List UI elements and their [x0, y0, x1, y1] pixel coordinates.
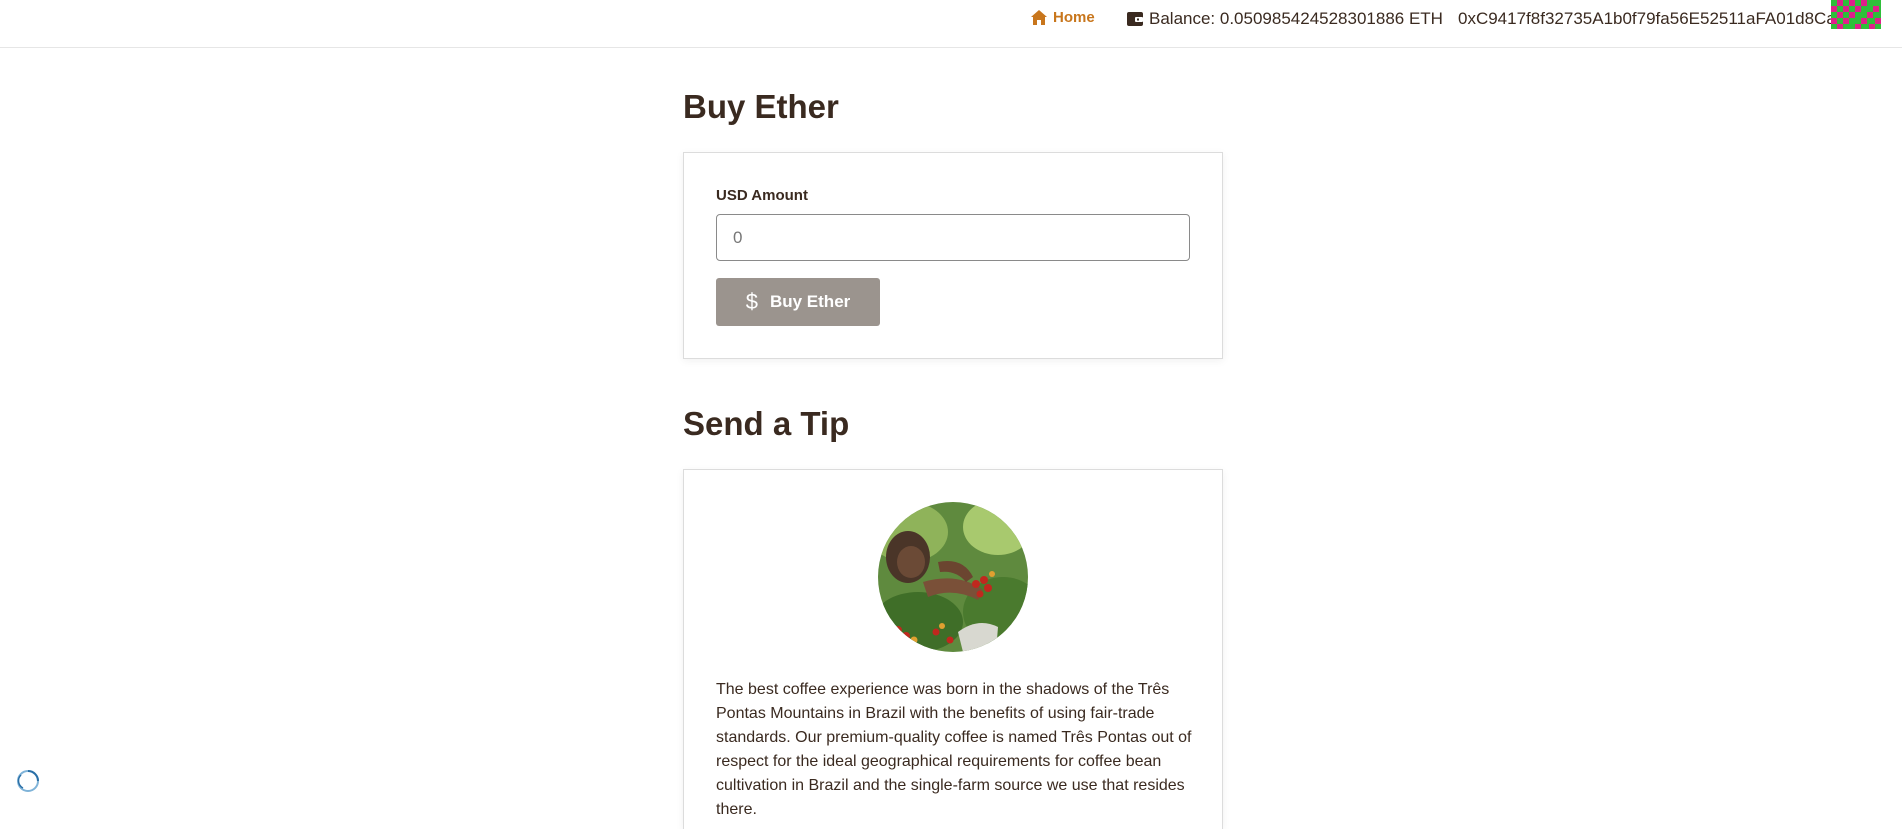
- buy-ether-button-label: Buy Ether: [769, 292, 851, 311]
- loading-spinner-icon: [15, 768, 41, 794]
- usd-amount-label: USD Amount: [716, 187, 808, 204]
- send-tip-heading: Send a Tip: [683, 405, 850, 442]
- usd-amount-input[interactable]: [716, 214, 1190, 261]
- wallet-address[interactable]: 0xC9417f8f32735A1b0f79fa56E52511aFA01d8C…: [1458, 9, 1845, 29]
- balance-display: Balance: 0.050985424528301886 ETH: [1127, 9, 1443, 29]
- buy-ether-heading: Buy Ether: [683, 88, 839, 125]
- home-icon: [1031, 10, 1047, 25]
- coffee-farmer-photo: [878, 502, 1028, 652]
- identicon-avatar[interactable]: [1831, 0, 1881, 29]
- send-tip-card: The best coffee experience was born in t…: [683, 469, 1223, 829]
- top-navbar: Home Balance: 0.050985424528301886 ETH 0…: [0, 0, 1902, 48]
- tip-description: The best coffee experience was born in t…: [716, 681, 1192, 818]
- balance-text: Balance: 0.050985424528301886 ETH: [1149, 9, 1443, 28]
- home-link[interactable]: Home: [1031, 9, 1095, 26]
- dollar-icon: $: [745, 289, 758, 314]
- home-link-label: Home: [1053, 9, 1095, 26]
- buy-ether-card: USD Amount $ Buy Ether: [683, 152, 1223, 359]
- wallet-icon: [1127, 12, 1143, 26]
- buy-ether-button[interactable]: $ Buy Ether: [716, 278, 880, 326]
